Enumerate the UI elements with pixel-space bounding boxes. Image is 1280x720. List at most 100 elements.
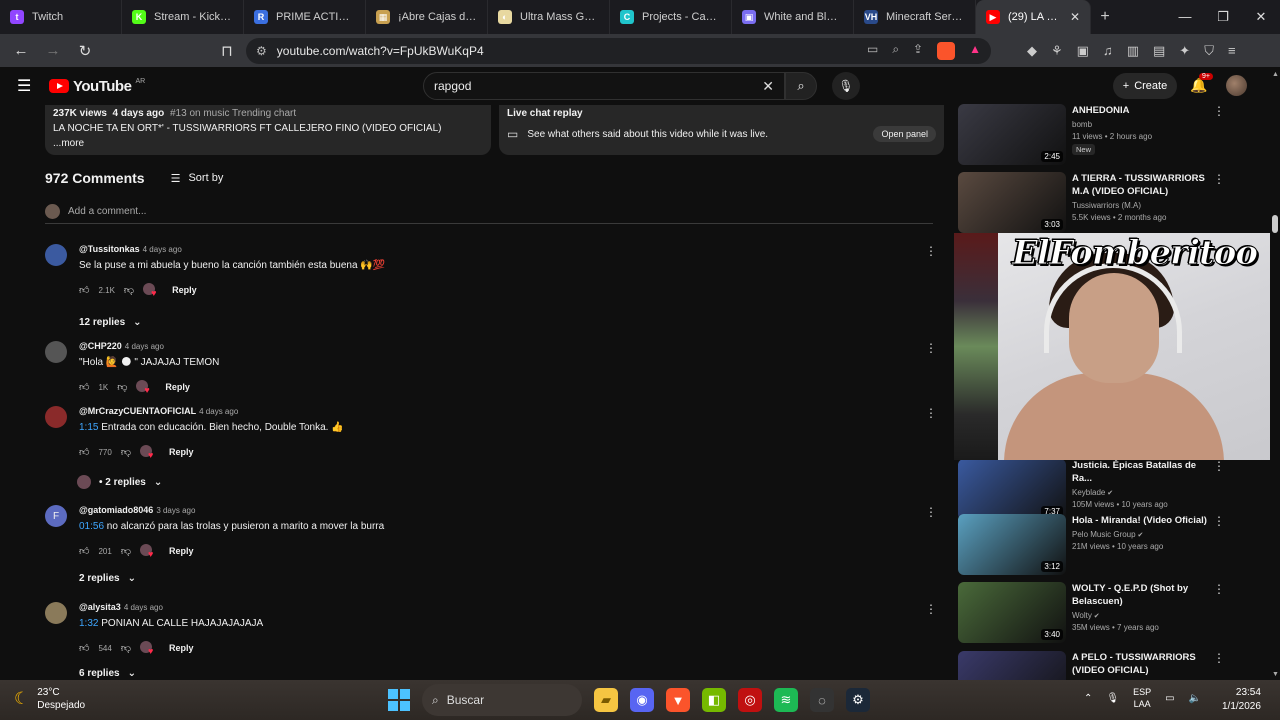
channel-name[interactable]: Wolty ✔ (1072, 611, 1212, 620)
restore-icon[interactable]: ❐ (1204, 9, 1242, 25)
account-avatar[interactable] (1226, 75, 1247, 96)
search-button[interactable]: ⌕ (785, 72, 817, 100)
obs-icon[interactable]: ◌ (810, 688, 834, 712)
author-name[interactable]: @alysita3 (79, 602, 121, 612)
dislike-icon[interactable]: 👎︎ (121, 642, 131, 654)
steam-icon[interactable]: ⚙ (846, 688, 870, 712)
view-replies-button[interactable]: 12 replies ⌄ (79, 317, 142, 328)
voice-search-button[interactable]: 🎙 (832, 72, 860, 100)
extensions-icon[interactable]: ⚘ (1051, 43, 1063, 59)
like-icon[interactable]: 👍︎ (79, 284, 89, 296)
tab-0[interactable]: t Twitch (0, 0, 122, 34)
file-explorer-icon[interactable]: ▰ (594, 688, 618, 712)
cast-icon[interactable]: ▭ (867, 42, 878, 60)
page-scrollbar[interactable]: ▲ ▼ (1270, 67, 1280, 680)
tab-1[interactable]: K Stream - Kick Dash (122, 0, 244, 34)
clear-search-icon[interactable]: ✕ (762, 78, 774, 95)
dislike-icon[interactable]: 👎︎ (117, 381, 127, 393)
vpn-icon[interactable]: ⛉ (1204, 43, 1214, 59)
scrollbar-thumb[interactable] (1272, 215, 1278, 233)
video-menu-icon[interactable]: ⋮ (1213, 651, 1225, 665)
comment-menu-icon[interactable]: ⋮ (925, 602, 937, 616)
related-video[interactable]: 3:12 Hola - Miranda! (Video Oficial) Pelo … (958, 514, 1268, 576)
reply-button[interactable]: Reply (169, 546, 194, 556)
spotify-icon[interactable]: ≋ (774, 688, 798, 712)
menu-icon[interactable]: ≡ (1228, 43, 1236, 58)
video-title[interactable]: Justicia. Épicas Batallas de Ra... (1072, 459, 1212, 485)
video-menu-icon[interactable]: ⋮ (1213, 514, 1225, 528)
search-input[interactable]: rapgod ✕ (423, 72, 785, 100)
dislike-icon[interactable]: 👎︎ (121, 545, 131, 557)
avatar[interactable] (45, 341, 67, 363)
bookmark-icon[interactable]: ⊓ (214, 38, 240, 64)
brave-shield-icon[interactable] (937, 41, 956, 60)
comment-menu-icon[interactable]: ⋮ (925, 406, 937, 420)
screenshot-icon[interactable]: ▣ (1077, 43, 1089, 59)
avatar[interactable] (45, 602, 67, 624)
comment-time[interactable]: 4 days ago (124, 603, 163, 612)
comment-time[interactable]: 3 days ago (156, 506, 195, 515)
video-thumbnail[interactable]: 3:12 (958, 514, 1066, 575)
comment-author[interactable]: @CHP220 4 days ago (79, 341, 219, 351)
video-title[interactable]: A PELO - TUSSIWARRIORS (VIDEO OFICIAL) (1072, 651, 1212, 677)
wallet2-icon[interactable]: ▤ (1153, 43, 1165, 59)
brave-icon[interactable]: ▼ (666, 688, 690, 712)
url-bar[interactable]: ⚙ youtube.com/watch?v=FpUkBWuKqP4 ▭ ⌕ ⇪ … (246, 37, 991, 64)
related-video[interactable]: 7:37 Justicia. Épicas Batallas de Ra... Ke… (958, 459, 1268, 521)
view-replies-button[interactable]: • 2 replies ⌄ (77, 475, 162, 489)
channel-name[interactable]: Tussiwarriors (M.A) (1072, 201, 1212, 210)
taskbar-clock[interactable]: 23:54 1/1/2026 (1222, 686, 1261, 714)
timestamp-link[interactable]: 1:15 (79, 422, 98, 433)
tab-8[interactable]: ▶ (29) LA NOCH ✕ (976, 0, 1091, 34)
zoom-icon[interactable]: ⌕ (892, 42, 899, 60)
author-name[interactable]: @CHP220 (79, 341, 122, 351)
leo-icon[interactable]: ✦ (1179, 43, 1190, 59)
comment-time[interactable]: 4 days ago (125, 342, 164, 351)
show-more-link[interactable]: ...more (53, 138, 483, 149)
dislike-icon[interactable]: 👎︎ (121, 446, 131, 458)
tray-expand-icon[interactable]: ⌃ (1084, 693, 1092, 704)
reply-button[interactable]: Reply (169, 643, 194, 653)
view-replies-button[interactable]: 2 replies ⌄ (79, 573, 136, 584)
sidebar-icon[interactable]: ▥ (1127, 43, 1139, 59)
guide-menu-icon[interactable]: ☰ (17, 76, 37, 96)
language-indicator[interactable]: ESP LAA (1133, 686, 1151, 710)
tab-7[interactable]: VH Minecraft Server H (854, 0, 976, 34)
weather-widget[interactable]: ☾ 23°C Despejado (14, 686, 85, 712)
reply-button[interactable]: Reply (172, 285, 197, 295)
tab-6[interactable]: ▣ White and Black M (732, 0, 854, 34)
share-icon[interactable]: ⇪ (913, 42, 923, 60)
add-comment-field[interactable]: Add a comment... (45, 204, 933, 224)
forward-icon[interactable]: → (40, 38, 66, 64)
video-description[interactable]: 237K views 4 days ago #13 on music Trend… (45, 105, 491, 155)
reload-icon[interactable]: ↻ (72, 38, 98, 64)
close-tab-icon[interactable]: ✕ (1070, 10, 1080, 24)
comment-time[interactable]: 4 days ago (143, 245, 182, 254)
like-icon[interactable]: 👍︎ (79, 642, 89, 654)
wallet-icon[interactable]: ◆ (1027, 43, 1037, 59)
new-tab-button[interactable]: + (1091, 8, 1119, 26)
comment-menu-icon[interactable]: ⋮ (925, 505, 937, 519)
reply-button[interactable]: Reply (165, 382, 190, 392)
open-panel-button[interactable]: Open panel (873, 126, 936, 142)
related-video[interactable]: 3:03 A TIERRA - TUSSIWARRIORS M.A (VIDEO … (958, 172, 1268, 234)
video-thumbnail[interactable]: 3:03 (958, 172, 1066, 233)
video-menu-icon[interactable]: ⋮ (1213, 582, 1225, 596)
video-title[interactable]: Hola - Miranda! (Video Oficial) (1072, 514, 1212, 527)
channel-name[interactable]: Keyblade ✔ (1072, 488, 1212, 497)
comment-author[interactable]: @gatomiado8046 3 days ago (79, 505, 384, 515)
app-red-icon[interactable]: ◎ (738, 688, 762, 712)
comment-author[interactable]: @alysita3 4 days ago (79, 602, 263, 612)
comment-author[interactable]: @Tussitonkas 4 days ago (79, 244, 385, 254)
scroll-up-icon[interactable]: ▲ (1272, 71, 1279, 78)
video-title[interactable]: WOLTY - Q.E.P.D (Shot by Belascuen) (1072, 582, 1212, 608)
related-video[interactable]: 2:45 ANHEDONIA bomb 11 views • 2 hours ago N… (958, 104, 1268, 166)
timestamp-link[interactable]: 01:56 (79, 521, 104, 532)
comment-time[interactable]: 4 days ago (199, 407, 238, 416)
like-icon[interactable]: 👍︎ (79, 381, 89, 393)
site-info-icon[interactable]: ⚙ (256, 44, 267, 58)
video-menu-icon[interactable]: ⋮ (1213, 459, 1225, 473)
video-menu-icon[interactable]: ⋮ (1213, 172, 1225, 186)
dislike-icon[interactable]: 👎︎ (124, 284, 134, 296)
video-title[interactable]: A TIERRA - TUSSIWARRIORS M.A (VIDEO OFIC… (1072, 172, 1212, 198)
